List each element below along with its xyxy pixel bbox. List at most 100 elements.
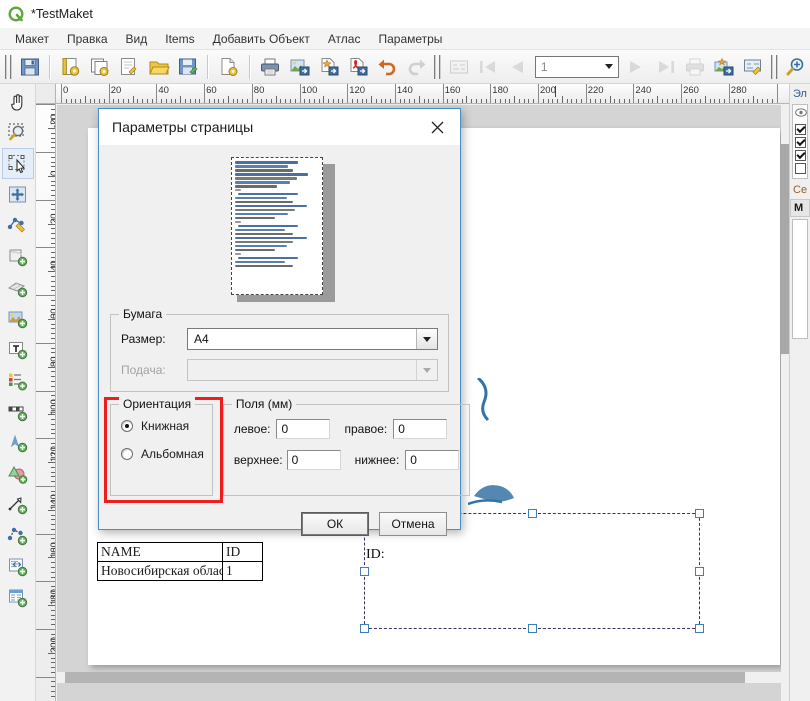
item-visibility-checkbox[interactable] [795, 137, 806, 148]
ruler-tick-label: 140 [49, 494, 56, 510]
atlas-export-image-icon[interactable] [709, 52, 738, 82]
canvas-vertical-scrollbar[interactable] [781, 104, 789, 701]
resize-handle-middle-right[interactable] [695, 567, 704, 576]
add-node-item-icon[interactable] [2, 520, 34, 551]
atlas-preview-icon [444, 52, 473, 82]
margin-top-label: верхнее: [234, 453, 283, 467]
ok-button[interactable]: ОК [301, 512, 369, 536]
item-visibility-checkbox[interactable] [795, 150, 806, 161]
menu-item-vid[interactable]: Вид [117, 30, 157, 48]
save-layout-icon[interactable] [15, 52, 44, 82]
resize-handle-bottom-right[interactable] [695, 624, 704, 633]
chevron-down-icon[interactable] [600, 57, 618, 77]
menu-item-add-object[interactable]: Добавить Объект [204, 30, 319, 48]
save-as-template-icon[interactable] [173, 52, 202, 82]
undo-icon[interactable] [373, 52, 402, 82]
items-panel-title: Эл [790, 84, 810, 102]
menu-item-maket[interactable]: Макет [6, 30, 58, 48]
resize-handle-top-right[interactable] [695, 509, 704, 518]
ruler-tick-label: 0 [63, 85, 68, 96]
add-shape-icon[interactable] [2, 458, 34, 489]
margin-left-input[interactable]: 0 [276, 419, 330, 439]
items-list[interactable] [792, 104, 808, 179]
atlas-page-combobox[interactable]: 1 [535, 56, 619, 78]
paper-group: Бумага Размер: A4 Подача: [110, 314, 449, 392]
menu-item-atlas[interactable]: Атлас [319, 30, 370, 48]
item-visibility-checkbox[interactable] [795, 124, 806, 135]
duplicate-layout-icon[interactable] [85, 52, 114, 82]
add-picture-icon[interactable] [2, 303, 34, 334]
add-3d-map-icon[interactable] [2, 272, 34, 303]
export-svg-icon[interactable] [314, 52, 343, 82]
margin-bottom-input[interactable]: 0 [405, 450, 459, 470]
ruler-tick-label: 260 [683, 85, 699, 96]
resize-handle-bottom-left[interactable] [360, 624, 369, 633]
ruler-tick-label: 120 [49, 446, 56, 462]
margin-top-input[interactable]: 0 [287, 450, 341, 470]
zoom-tool-icon[interactable] [2, 117, 34, 148]
ruler-tick-label: 180 [492, 85, 508, 96]
zoom-toolbar-grip[interactable] [771, 55, 778, 79]
margin-right-input[interactable]: 0 [393, 419, 447, 439]
paper-size-row: Размер: A4 [121, 328, 438, 350]
layout-properties-icon[interactable] [115, 52, 144, 82]
eye-icon[interactable] [794, 107, 806, 122]
menu-item-items[interactable]: Items [156, 30, 203, 48]
ruler-tick-label: 140 [397, 85, 413, 96]
panel-content-box[interactable] [792, 219, 808, 339]
close-icon[interactable] [424, 114, 450, 140]
radio-landscape[interactable] [121, 448, 133, 460]
paper-size-combobox[interactable]: A4 [187, 328, 438, 350]
dialog-title-bar: Параметры страницы [99, 109, 460, 145]
open-template-icon[interactable] [144, 52, 173, 82]
print-icon[interactable] [256, 52, 285, 82]
toolbar-grip[interactable] [5, 55, 12, 79]
attribute-table-item[interactable]: NAME ID Новосибирская область 1 [97, 542, 263, 581]
cancel-button[interactable]: Отмена [379, 512, 447, 536]
add-arrow-icon[interactable] [2, 489, 34, 520]
menu-item-parameters[interactable]: Параметры [369, 30, 451, 48]
add-map-icon[interactable] [2, 241, 34, 272]
atlas-next-icon [622, 52, 651, 82]
atlas-toolbar-grip[interactable] [434, 55, 441, 79]
orientation-option-portrait[interactable]: Книжная [121, 419, 204, 433]
preview-sheet [231, 157, 323, 295]
zoom-in-icon[interactable] [781, 52, 810, 82]
horizontal-ruler[interactable]: 020406080100120140160180200220240260280 [56, 84, 810, 104]
canvas-horizontal-scrollbar[interactable] [57, 672, 781, 683]
vertical-ruler[interactable]: -20020406080100120140160180200 [36, 104, 56, 701]
chevron-down-icon[interactable] [416, 329, 437, 349]
export-image-icon[interactable] [285, 52, 314, 82]
atlas-settings-icon[interactable] [739, 52, 768, 82]
select-move-item-icon[interactable] [2, 148, 34, 179]
resize-handle-top-center[interactable] [528, 509, 537, 518]
export-pdf-icon[interactable] [343, 52, 372, 82]
edit-nodes-icon[interactable] [2, 210, 34, 241]
orientation-option-landscape[interactable]: Альбомная [121, 447, 204, 461]
add-table-icon[interactable] [2, 582, 34, 613]
resize-handle-bottom-center[interactable] [528, 624, 537, 633]
margins-group: Поля (мм) левое: 0 правое: 0 верхнее: 0 … [223, 404, 470, 496]
add-html-icon[interactable] [2, 551, 34, 582]
ruler-tick-label: -20 [49, 115, 56, 129]
atlas-last-icon [651, 52, 680, 82]
resize-handle-middle-left[interactable] [360, 567, 369, 576]
add-legend-icon[interactable] [2, 365, 34, 396]
move-item-content-icon[interactable] [2, 179, 34, 210]
ruler-tick-label: 20 [49, 213, 56, 224]
new-from-template-icon[interactable] [56, 52, 85, 82]
menu-item-pravka[interactable]: Правка [58, 30, 117, 48]
new-layout-icon[interactable] [214, 52, 243, 82]
map-polygon-shape[interactable] [468, 378, 538, 508]
scrollbar-thumb-h[interactable] [65, 672, 745, 683]
page-preview [231, 157, 329, 299]
radio-portrait[interactable] [121, 420, 133, 432]
add-north-arrow-icon[interactable] [2, 427, 34, 458]
add-label-icon[interactable] [2, 334, 34, 365]
scrollbar-thumb[interactable] [781, 144, 789, 354]
add-scalebar-icon[interactable] [2, 396, 34, 427]
menu-bar: Макет Правка Вид Items Добавить Объект А… [0, 28, 810, 50]
item-visibility-checkbox[interactable] [795, 163, 806, 174]
margin-left-label: левое: [234, 422, 271, 436]
pan-tool-icon[interactable] [2, 86, 34, 117]
